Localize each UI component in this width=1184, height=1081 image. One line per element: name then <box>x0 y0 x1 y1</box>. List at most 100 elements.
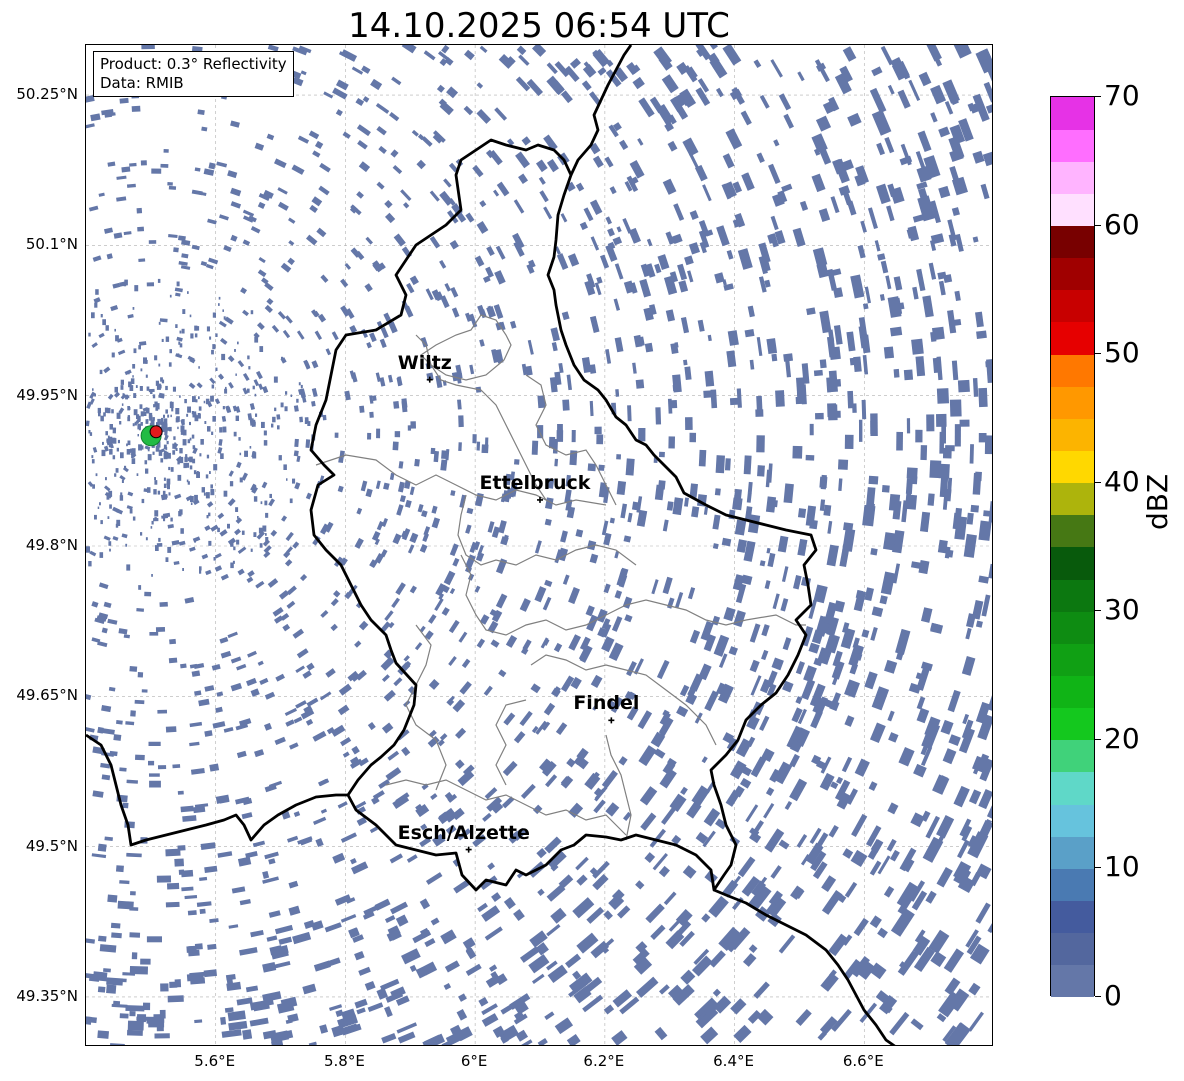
echo-cell <box>110 304 119 312</box>
echo-cell <box>689 432 697 443</box>
echo-cell <box>476 638 486 649</box>
echo-cell <box>728 646 738 656</box>
echo-cell <box>673 203 685 221</box>
echo-cell <box>154 480 158 485</box>
echo-cell <box>106 438 110 443</box>
echo-cell <box>165 435 168 439</box>
echo-cell <box>818 208 831 223</box>
echo-cell <box>244 450 248 457</box>
echo-cell <box>205 398 210 405</box>
echo-cell <box>105 325 109 331</box>
echo-cell <box>201 487 205 493</box>
echo-cell <box>211 349 214 355</box>
echo-cell <box>357 140 368 150</box>
echo-cell <box>721 537 732 547</box>
echo-cell <box>116 412 121 419</box>
echo-cell <box>163 418 168 425</box>
echo-cell <box>91 459 95 464</box>
echo-cell <box>391 597 400 609</box>
echo-cell <box>148 240 157 244</box>
echo-cell <box>262 525 267 532</box>
echo-cell <box>877 253 886 261</box>
echo-cell <box>293 716 303 724</box>
echo-cell <box>100 520 103 525</box>
echo-cell <box>147 487 151 493</box>
echo-cell <box>635 379 645 389</box>
echo-cell <box>478 997 489 1007</box>
echo-cell <box>172 450 176 455</box>
echo-cell <box>844 679 860 698</box>
echo-cell <box>654 1026 668 1041</box>
radar-site-marker[interactable] <box>149 425 163 439</box>
echo-cell <box>740 110 752 126</box>
echo-cell <box>477 902 488 913</box>
colorbar-segment <box>1051 322 1094 355</box>
echo-cell <box>479 339 485 347</box>
echo-cell <box>689 629 701 644</box>
echo-cell <box>277 425 280 430</box>
echo-cell <box>560 213 568 223</box>
echo-cell <box>120 492 123 496</box>
echo-cell <box>209 377 216 385</box>
echo-cell <box>236 750 247 759</box>
echo-cell <box>173 560 180 566</box>
echo-cell <box>756 1008 774 1026</box>
echo-cell <box>884 136 895 154</box>
echo-cell <box>965 627 972 640</box>
echo-cell <box>264 851 279 860</box>
echo-cell <box>281 356 283 360</box>
echo-cell <box>458 415 464 428</box>
echo-cell <box>715 455 725 474</box>
echo-cell <box>936 866 953 888</box>
echo-cell <box>868 781 878 792</box>
echo-cell <box>811 173 826 193</box>
colorbar-segment <box>1051 932 1094 966</box>
echo-cell <box>181 419 185 425</box>
echo-cell <box>928 262 937 280</box>
echo-cell <box>305 718 314 726</box>
echo-cell <box>659 768 677 789</box>
echo-cell <box>847 112 862 127</box>
echo-cell <box>449 543 459 557</box>
echo-cell <box>149 631 159 636</box>
echo-cell <box>93 297 101 304</box>
echo-cell <box>103 227 114 234</box>
city-marker <box>465 846 472 853</box>
echo-cell <box>230 541 234 547</box>
echo-cell <box>257 201 266 209</box>
echo-cell <box>881 485 890 493</box>
echo-cell <box>590 674 603 689</box>
echo-cell <box>86 937 96 944</box>
echo-cell <box>141 498 145 504</box>
echo-cell <box>968 789 982 805</box>
echo-cell <box>218 214 229 221</box>
echo-cell <box>242 239 251 246</box>
echo-cell <box>97 986 106 993</box>
echo-cell <box>159 601 168 607</box>
echo-cell <box>813 584 828 604</box>
echo-cell <box>766 670 778 688</box>
echo-cell <box>139 404 143 409</box>
colorbar-tick-label: 10 <box>1104 850 1140 884</box>
echo-cell <box>949 166 960 184</box>
colorbar-segment <box>1051 514 1094 548</box>
echo-cell <box>187 910 197 916</box>
echo-cell <box>401 45 417 54</box>
echo-cell <box>828 824 839 838</box>
echo-cell <box>677 263 688 281</box>
echo-cell <box>127 406 130 411</box>
echo-cell <box>637 138 644 146</box>
echo-cell <box>938 126 951 138</box>
echo-cell <box>615 389 620 397</box>
radar-map[interactable] <box>85 44 993 1046</box>
echo-cell <box>292 541 300 549</box>
echo-cell <box>665 309 676 322</box>
echo-cell <box>748 944 758 953</box>
echo-cell <box>959 419 970 427</box>
echo-cell <box>259 677 269 685</box>
echo-cell <box>330 623 338 632</box>
echo-cell <box>190 977 206 985</box>
echo-cell <box>101 774 111 781</box>
echo-cell <box>249 403 256 410</box>
echo-cell <box>512 232 525 249</box>
